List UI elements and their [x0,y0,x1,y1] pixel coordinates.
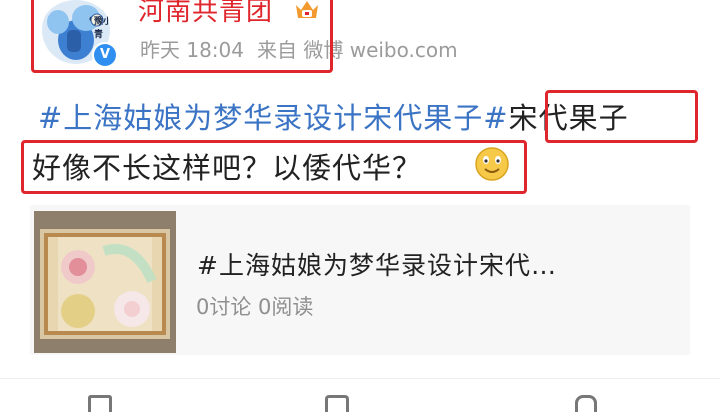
card-title[interactable]: #上海姑娘为梦华录设计宋代… [197,246,557,282]
post-text-line1: #上海姑娘为梦华录设计宋代果子#宋代果子 [38,95,629,137]
highlight-box-author [31,0,333,73]
repost-icon[interactable] [88,395,112,412]
highlight-box-phrase [545,90,698,143]
card-thumbnail[interactable] [34,211,176,353]
toolbar-divider [0,378,720,379]
comment-icon[interactable] [325,395,349,412]
like-icon[interactable] [575,395,597,412]
topic-hashtag-link[interactable]: #上海姑娘为梦华录设计宋代果子# [38,101,509,135]
card-stats: 0讨论 0阅读 [196,295,314,319]
highlight-box-line2 [21,140,527,194]
